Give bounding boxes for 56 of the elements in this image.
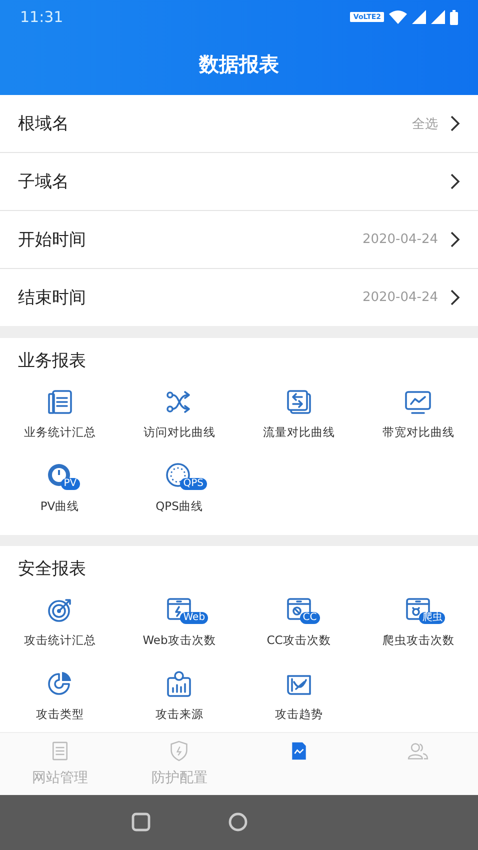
signal-icon [431, 10, 445, 24]
status-time: 11:31 [20, 8, 64, 26]
report-item[interactable]: 访问对比曲线 [120, 383, 239, 457]
report-item[interactable]: 攻击来源 [120, 665, 239, 732]
section-title: 业务报表 [17, 350, 87, 373]
item-label: 攻击类型 [36, 707, 84, 722]
filter-label: 根域名 [18, 113, 70, 135]
item-label: Web攻击次数 [142, 633, 216, 648]
chevron-right-icon [450, 115, 460, 132]
chevron-right-icon [450, 231, 460, 248]
filter-row[interactable]: 开始时间 2020-04-24 [0, 211, 478, 269]
icon-badge: QPS [180, 478, 206, 490]
battery-icon [450, 10, 458, 24]
report-item[interactable]: CC CC攻击次数 [239, 591, 358, 665]
chevron-right-icon [450, 289, 460, 306]
filter-label: 结束时间 [18, 287, 87, 309]
filter-value: 全选 [412, 116, 438, 132]
report-item[interactable]: 流量对比曲线 [239, 383, 358, 457]
section-title: 安全报表 [17, 558, 87, 581]
wifi-icon [389, 10, 407, 24]
item-label: PV曲线 [40, 499, 80, 514]
item-label: 攻击趋势 [274, 707, 323, 722]
chevron-right-icon [450, 173, 460, 190]
recents-icon[interactable] [131, 812, 151, 832]
icon-badge: CC [300, 612, 320, 624]
item-label: 爬虫攻击次数 [382, 633, 454, 648]
filter-value: 2020-04-24 [362, 232, 438, 247]
filter-label: 开始时间 [18, 229, 87, 251]
report-item[interactable]: 攻击类型 [0, 665, 120, 732]
filter-label: 子域名 [18, 171, 70, 193]
item-label: 访问对比曲线 [143, 425, 216, 440]
item-label: 攻击来源 [155, 707, 204, 722]
report-item[interactable]: QPS QPS曲线 [120, 457, 239, 531]
icon-badge: 爬虫 [419, 612, 446, 624]
report-item[interactable]: PV PV曲线 [0, 457, 120, 531]
report-item[interactable]: 带宽对比曲线 [358, 383, 478, 457]
icon-badge: Web [180, 612, 208, 624]
item-label: 业务统计汇总 [24, 425, 96, 440]
report-item[interactable]: 业务统计汇总 [0, 383, 120, 457]
filter-row[interactable]: 子域名 [0, 153, 478, 211]
report-item[interactable]: 攻击统计汇总 [0, 591, 120, 665]
item-label: CC攻击次数 [266, 633, 331, 648]
report-item[interactable]: 攻击趋势 [239, 665, 358, 732]
signal-icon [412, 10, 426, 24]
item-label: 流量对比曲线 [262, 425, 335, 440]
icon-badge: PV [60, 478, 80, 490]
page-title: 数据报表 [199, 51, 279, 78]
item-label: QPS曲线 [156, 499, 203, 514]
item-label: 带宽对比曲线 [382, 425, 454, 440]
filter-row[interactable]: 根域名 全选 [0, 95, 478, 153]
report-item[interactable]: 爬虫 爬虫攻击次数 [358, 591, 478, 665]
item-label: 攻击统计汇总 [24, 633, 96, 648]
filter-row[interactable]: 结束时间 2020-04-24 [0, 269, 478, 326]
filter-value: 2020-04-24 [362, 290, 438, 305]
report-item[interactable]: Web Web攻击次数 [120, 591, 239, 665]
home-icon[interactable] [228, 812, 248, 832]
